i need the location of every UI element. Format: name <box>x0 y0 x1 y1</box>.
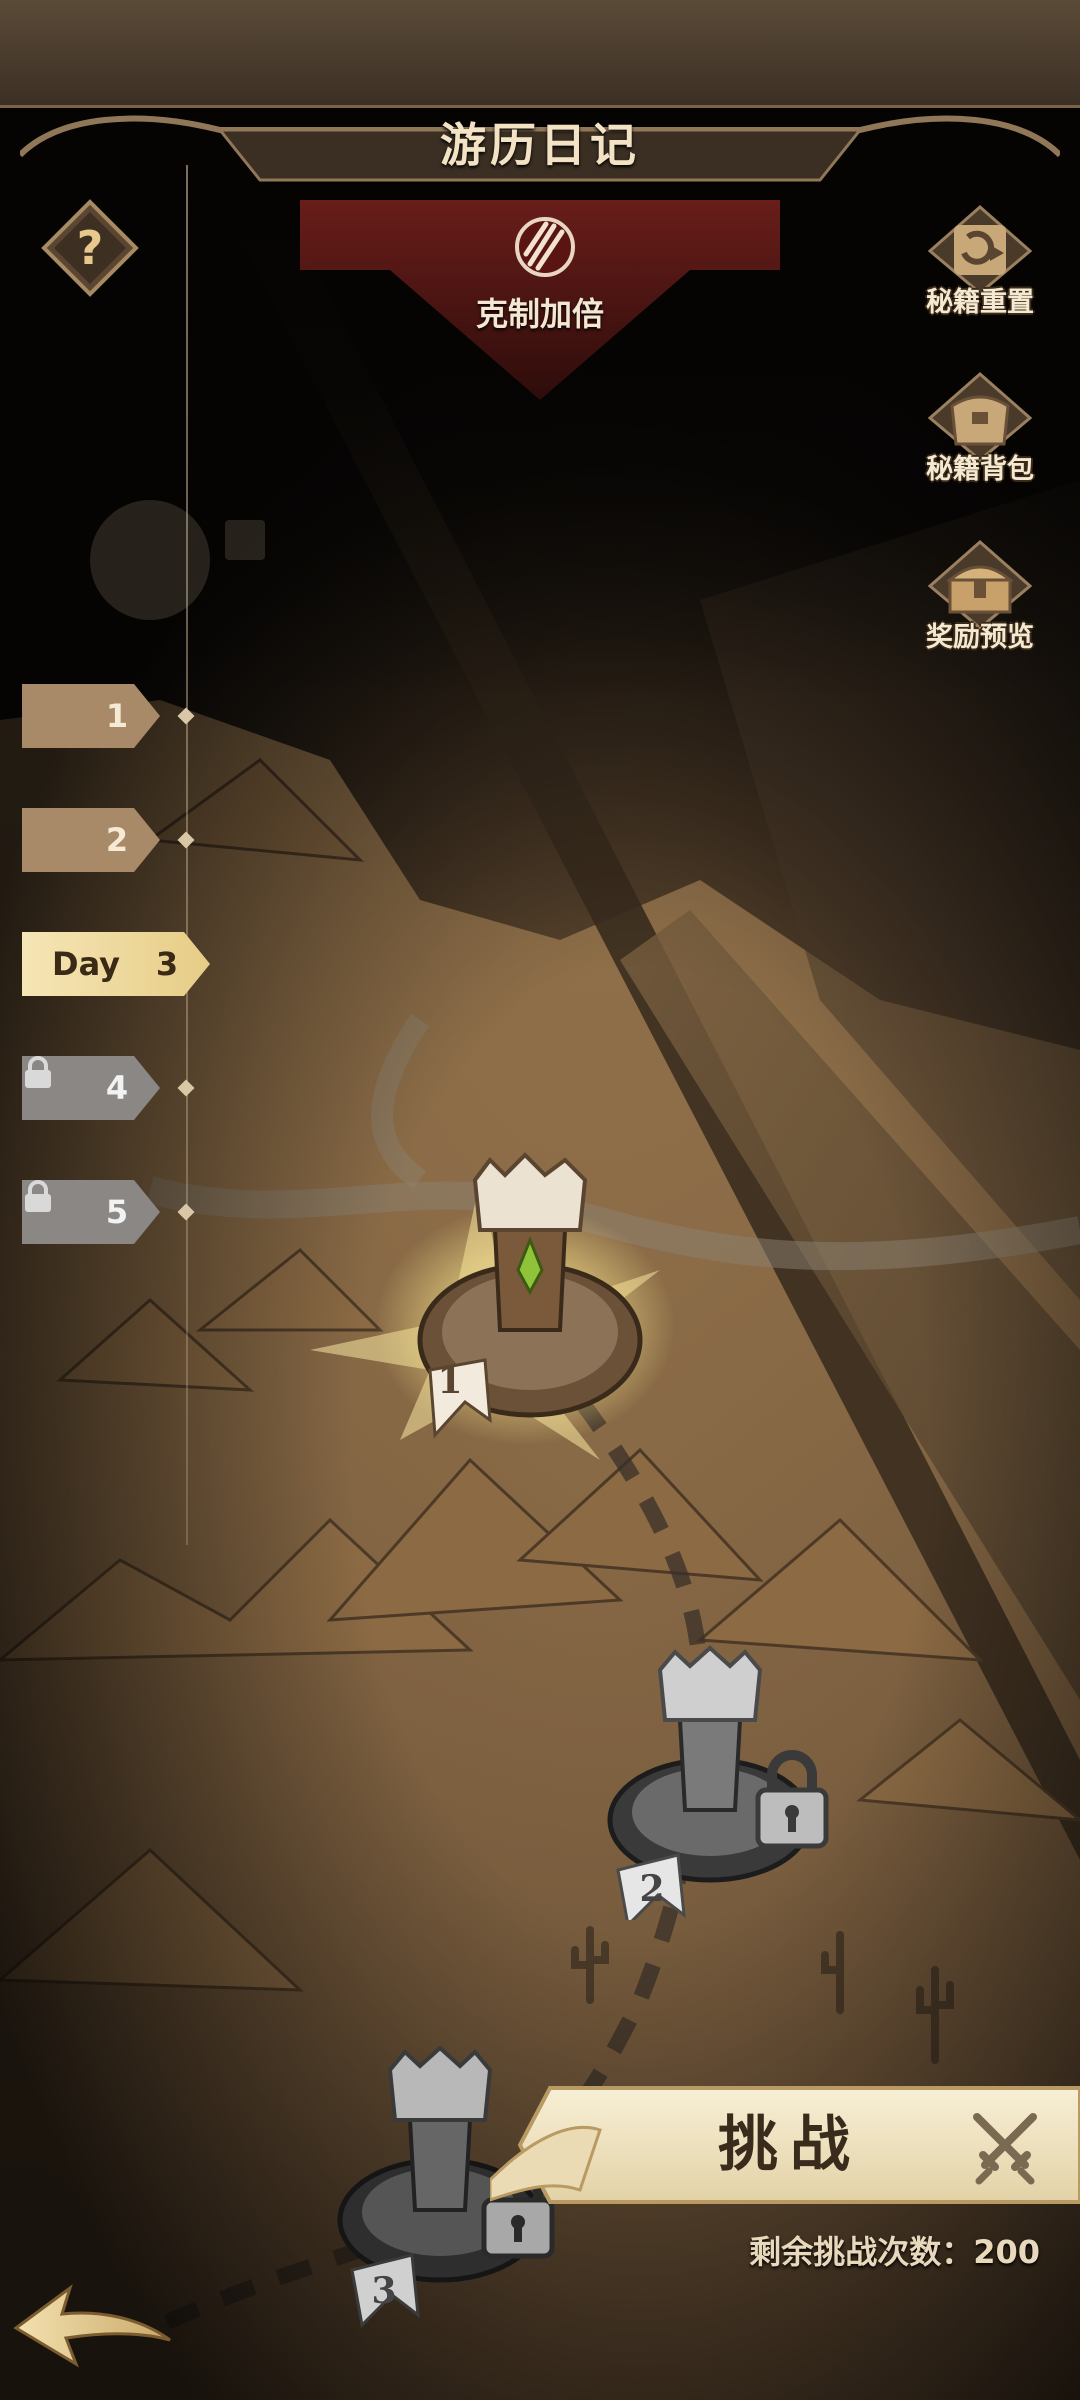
stage-node-1[interactable]: 1 <box>280 1120 700 1480</box>
question-mark-icon: ? <box>77 221 104 275</box>
day-tab-2[interactable]: 2 <box>22 808 162 872</box>
bag-icon <box>928 372 1032 462</box>
scroll-reset-button[interactable]: 秘籍重置 <box>900 205 1060 355</box>
remaining-attempts: 剩余挑战次数：200 <box>700 2228 1040 2276</box>
lock-icon <box>25 1180 51 1212</box>
scroll-reset-icon <box>928 205 1032 295</box>
day-word: Day <box>52 945 121 983</box>
reward-preview-label: 奖励预览 <box>926 622 1034 653</box>
tower-icon <box>310 1152 675 1460</box>
scroll-bag-button[interactable]: 秘籍背包 <box>900 372 1060 522</box>
day-number: 5 <box>105 1193 129 1231</box>
day-tab-1[interactable]: 1 <box>22 684 162 748</box>
day-tab-5[interactable]: 5 <box>22 1180 162 1244</box>
scroll-reset-label: 秘籍重置 <box>926 287 1034 318</box>
header-bar <box>0 0 1080 108</box>
lock-icon <box>25 1056 51 1088</box>
timeline-line <box>186 165 188 1545</box>
day-number: 4 <box>105 1069 129 1107</box>
day-number: 1 <box>105 697 129 735</box>
scroll-bag-label: 秘籍背包 <box>926 454 1034 485</box>
crossed-swords-icon <box>973 2113 1037 2185</box>
day-tab-3[interactable]: Day 3 <box>22 932 212 996</box>
back-arrow-icon[interactable] <box>10 2280 180 2370</box>
challenge-button[interactable]: 挑战 <box>490 2080 1080 2210</box>
challenge-label: 挑战 <box>718 2110 862 2180</box>
day-tab-4[interactable]: 4 <box>22 1056 162 1120</box>
treasure-chest-icon <box>928 540 1032 630</box>
stage-number: 2 <box>639 1868 665 1910</box>
remaining-count: 200 <box>973 2233 1040 2271</box>
page-title: 游历日记 <box>440 118 640 172</box>
faded-stage-marker <box>90 500 265 620</box>
reward-preview-button[interactable]: 奖励预览 <box>900 540 1060 690</box>
help-button[interactable]: ? <box>40 198 140 298</box>
day-number: 2 <box>105 821 129 859</box>
remaining-label: 剩余挑战次数： <box>749 2233 974 2271</box>
claw-slash-icon <box>515 217 575 277</box>
game-screen: 游历日记 ? 克制加倍 秘籍重置 秘籍背包 奖励预览 1 2 Day 3 4 5… <box>0 0 1080 2400</box>
day-number: 3 <box>155 945 179 983</box>
stage-node-2[interactable]: 2 <box>600 1640 840 1929</box>
lock-icon <box>755 1750 829 1849</box>
buff-label: 克制加倍 <box>475 295 604 333</box>
stage-number: 1 <box>437 1360 463 1402</box>
stage-number: 3 <box>371 2270 397 2312</box>
